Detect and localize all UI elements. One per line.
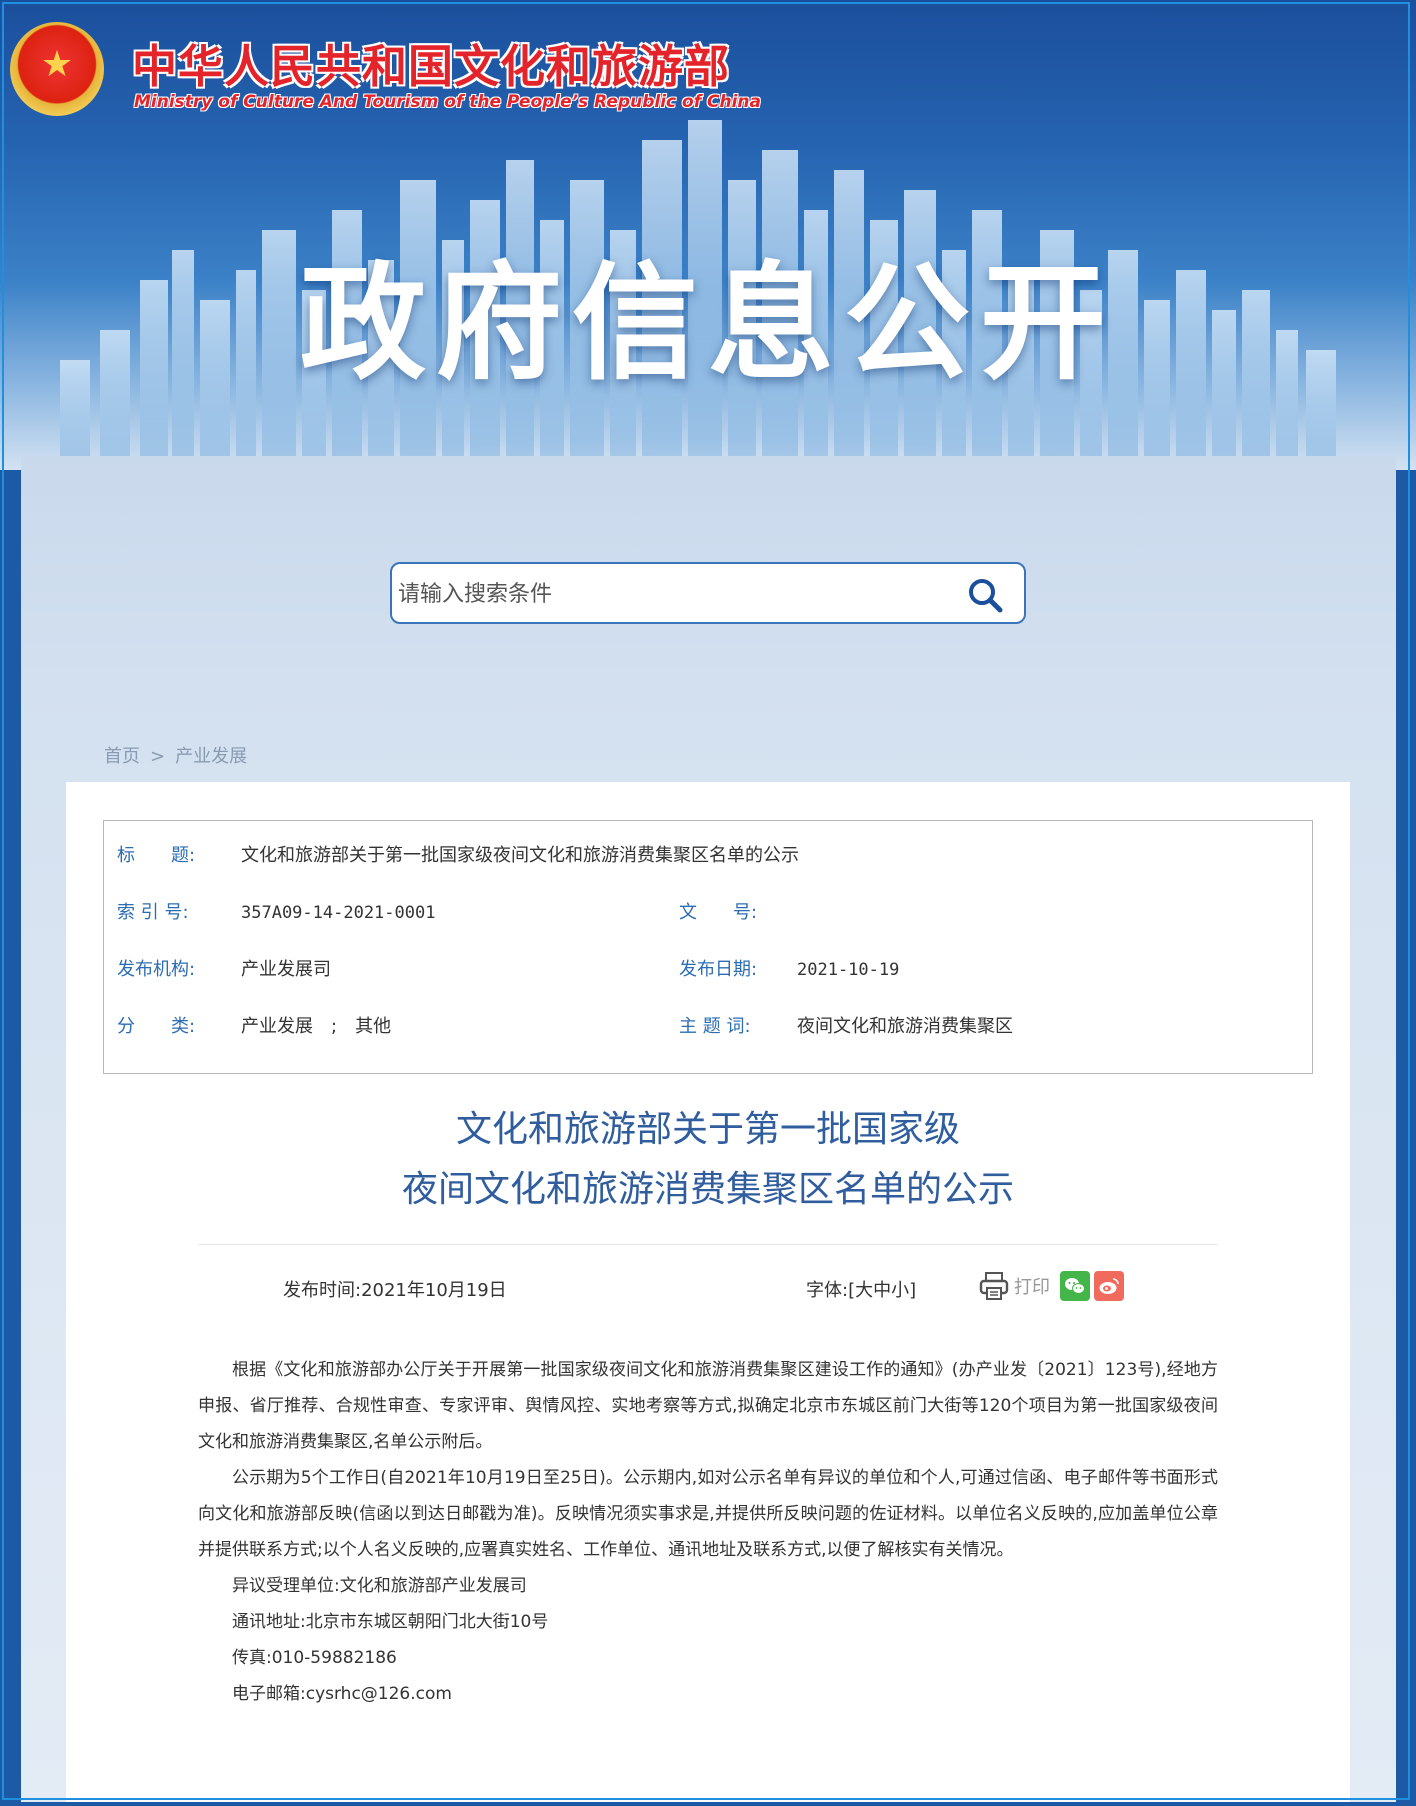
meta-topic-label: 主 题 词: — [679, 1016, 751, 1037]
site-name[interactable]: 中华人民共和国文化和旅游部 — [132, 30, 730, 95]
metadata-table: 标 题: 文化和旅游部关于第一批国家级夜间文化和旅游消费集聚区名单的公示 索 引… — [103, 820, 1313, 1074]
banner-title: 政府信息公开 — [300, 250, 1116, 397]
meta-row-category: 分 类: 产业发展 ; 其他 主 题 词: 夜间文化和旅游消费集聚区 — [104, 1012, 1312, 1042]
weibo-icon[interactable] — [1094, 1271, 1124, 1301]
article-tools: 打印 — [978, 1269, 1124, 1303]
national-emblem-icon: ★ — [10, 22, 104, 116]
article-body: 根据《文化和旅游部办公厅关于开展第一批国家级夜间文化和旅游消费集聚区建设工作的通… — [198, 1352, 1218, 1712]
wechat-icon[interactable] — [1060, 1271, 1090, 1301]
body-paragraph-2: 公示期为5个工作日(自2021年10月19日至25日)。公示期内,如对公示名单有… — [198, 1468, 1218, 1560]
article-title-line-1: 文化和旅游部关于第一批国家级 — [455, 1109, 960, 1150]
meta-docno-label: 文 号: — [679, 902, 758, 923]
meta-org-value: 产业发展司 — [241, 959, 331, 980]
publish-time: 发布时间:2021年10月19日 — [283, 1280, 507, 1301]
breadcrumb-home[interactable]: 首页 — [104, 742, 140, 768]
title-divider — [198, 1244, 1218, 1245]
meta-row-title: 标 题: 文化和旅游部关于第一批国家级夜间文化和旅游消费集聚区名单的公示 — [104, 841, 1312, 871]
contact-email: 电子邮箱:cysrhc@126.com — [232, 1684, 452, 1704]
breadcrumb-current[interactable]: 产业发展 — [175, 742, 247, 768]
search-box — [390, 562, 1026, 624]
site-name-english[interactable]: Ministry of Culture And Tourism of the P… — [134, 92, 761, 112]
breadcrumb-separator: > — [150, 746, 166, 767]
meta-row-index: 索 引 号: 357A09-14-2021-0001 文 号: — [104, 898, 1312, 928]
meta-date-label: 发布日期: — [679, 959, 758, 980]
meta-title-label: 标 题: — [117, 845, 196, 866]
search-input[interactable] — [396, 568, 960, 620]
meta-index-label: 索 引 号: — [117, 902, 189, 923]
article-title-line-2: 夜间文化和旅游消费集聚区名单的公示 — [401, 1169, 1014, 1210]
search-icon[interactable] — [966, 576, 1004, 614]
meta-index-value: 357A09-14-2021-0001 — [241, 903, 436, 923]
contact-unit: 异议受理单位:文化和旅游部产业发展司 — [232, 1576, 527, 1596]
meta-category-label: 分 类: — [117, 1016, 196, 1037]
meta-org-label: 发布机构: — [117, 959, 196, 980]
meta-topic-value: 夜间文化和旅游消费集聚区 — [797, 1016, 1013, 1037]
meta-title-value: 文化和旅游部关于第一批国家级夜间文化和旅游消费集聚区名单的公示 — [241, 845, 799, 866]
contact-address: 通讯地址:北京市东城区朝阳门北大街10号 — [232, 1612, 549, 1632]
body-paragraph-1: 根据《文化和旅游部办公厅关于开展第一批国家级夜间文化和旅游消费集聚区建设工作的通… — [198, 1360, 1218, 1452]
page-header: ★ 中华人民共和国文化和旅游部 Ministry of Culture And … — [0, 0, 1416, 470]
article-content: 标 题: 文化和旅游部关于第一批国家级夜间文化和旅游消费集聚区名单的公示 索 引… — [66, 782, 1350, 1802]
meta-category-value: 产业发展 ; 其他 — [241, 1016, 392, 1037]
article-title: 文化和旅游部关于第一批国家级 夜间文化和旅游消费集聚区名单的公示 — [66, 1100, 1350, 1220]
meta-date-value: 2021-10-19 — [797, 960, 900, 980]
font-size-control[interactable]: 字体:[大中小] — [806, 1276, 916, 1302]
contact-fax: 传真:010-59882186 — [232, 1648, 397, 1668]
breadcrumb: 首页 > 产业发展 — [104, 742, 247, 768]
print-label[interactable]: 打印 — [1014, 1273, 1050, 1299]
meta-row-org: 发布机构: 产业发展司 发布日期: 2021-10-19 — [104, 955, 1312, 985]
print-icon[interactable] — [978, 1270, 1010, 1302]
